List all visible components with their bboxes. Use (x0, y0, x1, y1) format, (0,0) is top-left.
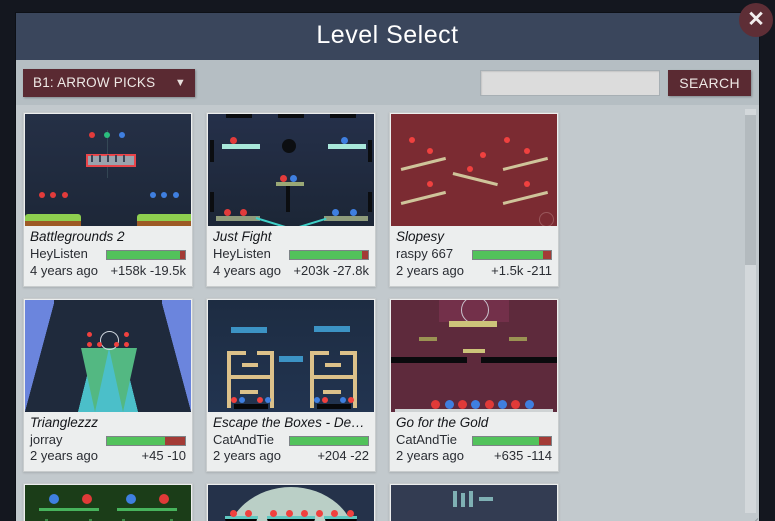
level-author: raspy 667 (396, 245, 454, 261)
level-thumbnail (25, 114, 191, 226)
level-date: 2 years ago (213, 448, 281, 464)
level-card-info: Trianglezzz jorray 2 years ago +45 -10 (24, 412, 192, 472)
level-score: +204 -22 (317, 448, 369, 464)
level-card[interactable]: Just Fight HeyListen 4 years ago +203k -… (206, 112, 376, 287)
level-title: Just Fight (213, 229, 272, 244)
level-meta-row: CatAndTie (213, 432, 369, 449)
level-card-info: Slopesy raspy 667 2 years ago +1.5k -211 (390, 226, 558, 286)
vote-bar (106, 435, 186, 446)
level-meta-row: HeyListen (30, 246, 186, 263)
category-dropdown[interactable]: B1: ARROW PICKS ▼ (23, 68, 195, 97)
vote-bar-positive (290, 436, 368, 445)
level-score: +158k -19.5k (110, 262, 186, 278)
level-score-row: 4 years ago +203k -27.8k (213, 263, 369, 280)
level-title: Trianglezzz (30, 414, 99, 430)
level-author: HeyListen (213, 245, 271, 261)
level-thumbnail (25, 485, 191, 521)
level-date: 2 years ago (396, 448, 464, 464)
scrollbar-track[interactable] (745, 109, 756, 513)
vote-bar (289, 435, 369, 446)
level-score: +203k -27.8k (293, 262, 369, 278)
level-card[interactable]: Trianglezzz jorray 2 years ago +45 -10 (23, 297, 193, 473)
level-card[interactable]: Spike Island CatAndTie 2 years ago +6.5k… (206, 483, 376, 521)
vote-bar-positive (290, 251, 362, 260)
level-score-row: 2 years ago +1.5k -211 (396, 263, 552, 280)
level-card[interactable]: Battlegrounds 2 HeyListen 4 years ago +1… (23, 112, 193, 287)
category-dropdown-label: B1: ARROW PICKS (33, 75, 156, 90)
level-date: 2 years ago (30, 448, 98, 464)
level-select-window: Level Select B1: ARROW PICKS ▼ SEARCH Ba… (16, 13, 759, 521)
level-card-info: Battlegrounds 2 HeyListen 4 years ago +1… (24, 226, 192, 286)
level-date: 2 years ago (396, 262, 464, 278)
level-thumbnail (391, 299, 557, 412)
level-title: Escape the Boxes - Death (213, 414, 369, 430)
close-button[interactable]: ✕ (739, 3, 773, 37)
chevron-down-icon: ▼ (174, 76, 186, 89)
level-score-row: 4 years ago +158k -19.5k (30, 263, 186, 280)
vote-bar (289, 250, 369, 261)
screen: Level Select B1: ARROW PICKS ▼ SEARCH Ba… (0, 0, 775, 521)
vote-bar-positive (473, 436, 540, 445)
level-thumbnail (208, 299, 374, 412)
level-card[interactable] (389, 483, 559, 521)
watermark-icon (539, 212, 554, 226)
level-author: jorray (30, 431, 63, 447)
level-score-row: 2 years ago +204 -22 (213, 448, 369, 465)
level-thumbnail (25, 299, 191, 412)
level-meta-row: jorray (30, 432, 186, 449)
level-thumbnail (208, 114, 374, 226)
level-author: CatAndTie (213, 431, 274, 447)
level-date: 4 years ago (30, 262, 98, 278)
goal-circle-icon (100, 330, 119, 350)
vote-bar-positive (473, 251, 544, 260)
level-thumbnail (391, 114, 557, 226)
level-meta-row: CatAndTie (396, 432, 552, 449)
level-score-row: 2 years ago +45 -10 (30, 448, 186, 465)
level-card[interactable]: Commando CatAndTie 2 years ago +67 -8 (23, 483, 193, 521)
level-card[interactable]: Go for the Gold CatAndTie 2 years ago +6… (389, 297, 559, 473)
resize-grip[interactable] (744, 513, 759, 521)
level-title: Battlegrounds 2 (30, 229, 125, 244)
level-author: HeyListen (30, 245, 88, 261)
title-bar: Level Select (16, 13, 759, 60)
vote-bar (106, 250, 186, 261)
vote-bar (472, 250, 552, 261)
level-score: +635 -114 (494, 448, 552, 464)
toolbar: B1: ARROW PICKS ▼ SEARCH (16, 60, 759, 105)
level-date: 4 years ago (213, 262, 281, 278)
level-card[interactable]: Escape the Boxes - Death CatAndTie 2 yea… (206, 297, 376, 473)
level-grid: Battlegrounds 2 HeyListen 4 years ago +1… (23, 112, 749, 521)
level-author: CatAndTie (396, 431, 457, 447)
vote-bar-positive (107, 436, 165, 445)
level-score: +1.5k -211 (491, 262, 552, 278)
level-score: +45 -10 (141, 448, 186, 464)
scrollbar-thumb[interactable] (745, 115, 756, 265)
search-input[interactable] (480, 69, 661, 96)
level-thumbnail (391, 485, 557, 521)
vote-bar-positive (107, 251, 180, 260)
level-thumbnail (208, 485, 374, 521)
page-title: Level Select (316, 21, 459, 49)
close-icon: ✕ (747, 7, 765, 31)
level-meta-row: HeyListen (213, 246, 369, 263)
level-card-info: Go for the Gold CatAndTie 2 years ago +6… (390, 412, 558, 472)
level-score-row: 2 years ago +635 -114 (396, 448, 552, 465)
level-card-info: Just Fight HeyListen 4 years ago +203k -… (207, 226, 375, 286)
level-grid-area: Battlegrounds 2 HeyListen 4 years ago +1… (16, 105, 759, 521)
vote-bar (472, 435, 552, 446)
level-card[interactable]: Slopesy raspy 667 2 years ago +1.5k -211 (389, 112, 559, 287)
search-button[interactable]: SEARCH (668, 69, 751, 96)
level-card-info: Escape the Boxes - Death CatAndTie 2 yea… (207, 412, 375, 472)
level-title: Slopesy (396, 229, 445, 244)
level-title: Go for the Gold (396, 414, 489, 430)
level-meta-row: raspy 667 (396, 246, 552, 263)
